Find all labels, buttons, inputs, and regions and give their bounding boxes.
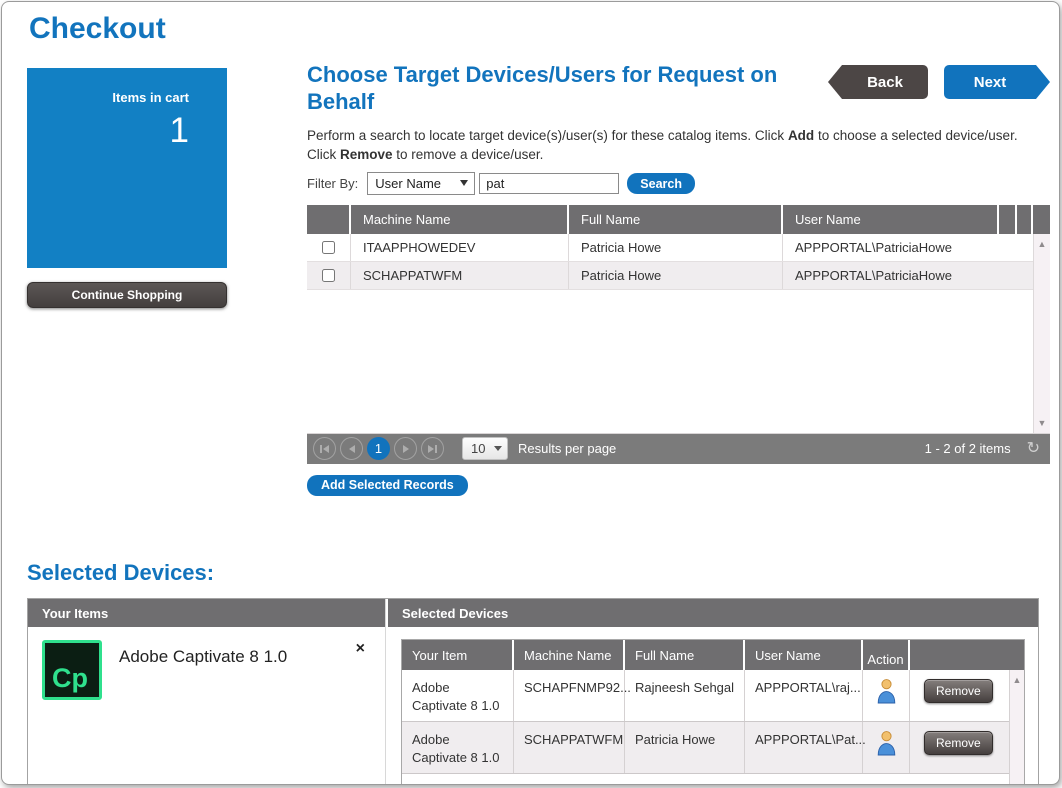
device-table-row: Adobe Captivate 8 1.0 SCHAPFNMP92... Raj…: [402, 670, 1009, 722]
pager-first-button[interactable]: [313, 437, 336, 460]
header-filler: [1033, 205, 1050, 234]
pager-last-button[interactable]: [421, 437, 444, 460]
cell-machine-name: SCHAPPATWFM: [514, 722, 625, 773]
row-checkbox[interactable]: [322, 241, 335, 254]
header-filler: [1017, 205, 1033, 234]
chevron-down-icon: [494, 446, 502, 451]
cart-item-row: Cp Adobe Captivate 8 1.0 ×: [28, 627, 385, 713]
cell-user-name: APPPORTAL\Pat...: [745, 722, 863, 773]
page-size-select[interactable]: 10: [462, 437, 508, 460]
pager-range-label: 1 - 2 of 2 items: [925, 441, 1011, 456]
cell-full-name: Patricia Howe: [569, 234, 783, 261]
pager-next-button[interactable]: [394, 437, 417, 460]
filter-row: Filter By: User Name Search: [307, 172, 1050, 196]
header-filler: [1009, 640, 1024, 670]
panel-heading: Choose Target Devices/Users for Request …: [307, 62, 837, 116]
devices-subpanel: Selected Devices Your Item Machine Name …: [388, 599, 1038, 785]
pager-page-1-button[interactable]: 1: [367, 437, 390, 460]
remove-button[interactable]: Remove: [924, 679, 993, 703]
next-button[interactable]: Next: [944, 65, 1036, 99]
cell-full-name: Rajneesh Sehgal: [625, 670, 745, 721]
header-filler: [910, 640, 1009, 670]
checkout-page: Checkout Items in cart 1 Continue Shoppi…: [1, 1, 1060, 785]
results-per-page-label: Results per page: [518, 441, 616, 456]
cell-machine-name: SCHAPFNMP92...: [514, 670, 625, 721]
header-filler: [999, 205, 1017, 234]
devices-table-rows: Adobe Captivate 8 1.0 SCHAPFNMP92... Raj…: [402, 670, 1009, 774]
filter-field-select[interactable]: User Name: [367, 172, 475, 195]
header-machine-name[interactable]: Machine Name: [351, 205, 569, 234]
search-input[interactable]: [479, 173, 619, 194]
header-user-name[interactable]: User Name: [783, 205, 999, 234]
vertical-scrollbar[interactable]: ▲: [1009, 670, 1024, 785]
header-full-name: Full Name: [625, 640, 745, 670]
cell-user-name: APPPORTAL\PatriciaHowe: [783, 262, 1033, 289]
header-machine-name: Machine Name: [514, 640, 625, 670]
row-checkbox[interactable]: [322, 269, 335, 282]
header-full-name[interactable]: Full Name: [569, 205, 783, 234]
cell-machine-name: SCHAPPATWFM: [351, 262, 569, 289]
page-title: Checkout: [29, 12, 166, 46]
filter-by-label: Filter By:: [307, 176, 358, 191]
header-action: Action: [863, 640, 910, 670]
cell-action: [863, 722, 910, 773]
user-icon[interactable]: [876, 730, 897, 756]
partial-row: [402, 774, 1009, 785]
cell-user-name: APPPORTAL\raj...: [745, 670, 863, 721]
grid-body: ITAAPPHOWEDEV Patricia Howe APPPORTAL\Pa…: [307, 234, 1050, 434]
cart-summary: Items in cart 1: [27, 68, 227, 268]
vertical-scrollbar[interactable]: ▲ ▼: [1033, 234, 1050, 433]
result-table-row[interactable]: SCHAPPATWFM Patricia Howe APPPORTAL\Patr…: [307, 262, 1033, 290]
remove-item-icon[interactable]: ×: [356, 641, 365, 657]
result-table-row[interactable]: ITAAPPHOWEDEV Patricia Howe APPPORTAL\Pa…: [307, 234, 1033, 262]
cell-machine-name: ITAAPPHOWEDEV: [351, 234, 569, 261]
continue-shopping-button[interactable]: Continue Shopping: [27, 282, 227, 308]
scroll-up-button[interactable]: ▲: [1010, 673, 1024, 687]
devices-table: Your Item Machine Name Full Name User Na…: [401, 639, 1025, 785]
your-items-list: Cp Adobe Captivate 8 1.0 ×: [28, 627, 385, 713]
pager-prev-button[interactable]: [340, 437, 363, 460]
scroll-up-button[interactable]: ▲: [1034, 237, 1050, 251]
your-items-header: Your Items: [28, 599, 385, 627]
cart-count: 1: [27, 111, 189, 151]
header-user-name: User Name: [745, 640, 863, 670]
scroll-down-button[interactable]: ▼: [1034, 416, 1050, 430]
your-items-panel: Your Items Cp Adobe Captivate 8 1.0 ×: [28, 599, 386, 785]
cell-action: [863, 670, 910, 721]
grid-rows: ITAAPPHOWEDEV Patricia Howe APPPORTAL\Pa…: [307, 234, 1033, 290]
request-on-behalf-panel: Back Next Choose Target Devices/Users fo…: [307, 62, 1050, 496]
filter-field-value: User Name: [375, 176, 441, 191]
cart-item-name: Adobe Captivate 8 1.0: [119, 647, 287, 700]
grid-header: Machine Name Full Name User Name: [307, 205, 1050, 234]
selected-devices-panel: Your Items Cp Adobe Captivate 8 1.0 × Se…: [27, 598, 1039, 785]
cell-your-item: Adobe Captivate 8 1.0: [402, 670, 514, 721]
header-checkbox-column: [307, 205, 351, 234]
back-button[interactable]: Back: [842, 65, 928, 99]
page-size-value: 10: [471, 441, 485, 456]
cell-full-name: Patricia Howe: [625, 722, 745, 773]
wizard-nav: Back Next: [828, 65, 1050, 99]
refresh-icon[interactable]: ↻: [1027, 441, 1040, 457]
cell-full-name: Patricia Howe: [569, 262, 783, 289]
pager-bar: 1 10 Results per page 1 - 2 of 2 items ↻: [307, 434, 1050, 464]
devices-subpanel-header: Selected Devices: [388, 599, 1038, 627]
search-results-grid: Machine Name Full Name User Name ITAAPPH…: [307, 205, 1050, 464]
remove-button[interactable]: Remove: [924, 731, 993, 755]
user-icon[interactable]: [876, 678, 897, 704]
devices-table-header: Your Item Machine Name Full Name User Na…: [402, 640, 1024, 670]
cell-user-name: APPPORTAL\PatriciaHowe: [783, 234, 1033, 261]
cart-items-label: Items in cart: [27, 90, 189, 105]
instructions-text: Perform a search to locate target device…: [307, 126, 1050, 165]
adobe-captivate-icon: Cp: [42, 640, 102, 700]
selected-devices-heading: Selected Devices:: [27, 560, 214, 586]
chevron-down-icon: [460, 180, 468, 186]
device-table-row: Adobe Captivate 8 1.0 SCHAPPATWFM Patric…: [402, 722, 1009, 774]
cell-your-item: Adobe Captivate 8 1.0: [402, 722, 514, 773]
add-selected-records-button[interactable]: Add Selected Records: [307, 475, 468, 496]
header-your-item: Your Item: [402, 640, 514, 670]
search-button[interactable]: Search: [627, 173, 695, 194]
